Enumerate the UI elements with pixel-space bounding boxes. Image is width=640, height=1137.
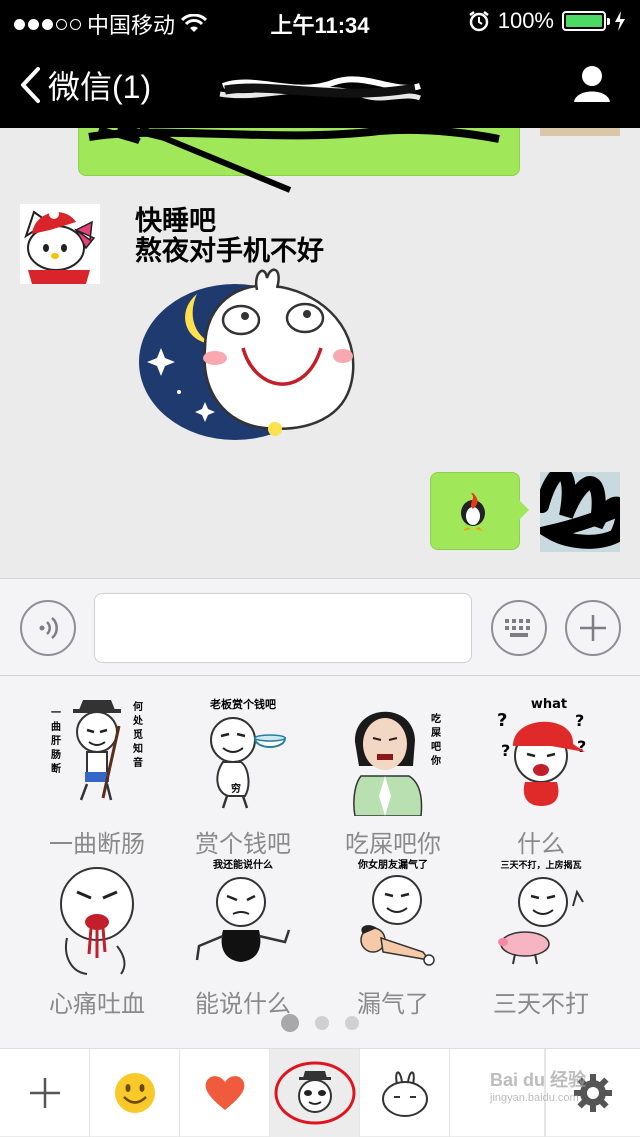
person-icon [574, 66, 610, 102]
svg-text:吧: 吧 [431, 741, 441, 753]
svg-text:断: 断 [51, 762, 61, 775]
page-dot[interactable] [315, 1016, 329, 1030]
svg-text:?: ? [575, 711, 584, 730]
plus-icon [29, 1078, 60, 1108]
alarm-icon [468, 11, 489, 32]
svg-text:你: 你 [430, 754, 441, 767]
page-dot[interactable] [281, 1014, 299, 1032]
tab-emoji[interactable] [90, 1049, 180, 1137]
rabbit-sticker-icon [381, 1071, 428, 1117]
woman-face-sticker: 吃 屎 吧 你 [353, 711, 442, 816]
my-avatar-top[interactable] [540, 128, 620, 136]
back-button[interactable]: 微信(1) [18, 62, 151, 108]
svg-text:何: 何 [133, 700, 143, 713]
tab-add[interactable] [0, 1049, 90, 1137]
svg-text:吃: 吃 [431, 712, 441, 725]
tab-rabbit-stickers[interactable] [360, 1049, 450, 1137]
profile-button[interactable] [572, 64, 612, 109]
sticker-item[interactable]: what ? ? ? ? 什么 [466, 690, 616, 858]
my-avatar[interactable] [540, 472, 620, 552]
battery-percent: 100% [497, 8, 554, 33]
charging-bolt-icon [615, 11, 625, 31]
status-bar: 中国移动 上午11:34 100% [0, 0, 640, 40]
redaction-scribble [540, 472, 620, 549]
svg-text:屎: 屎 [431, 727, 442, 739]
sticker-item[interactable]: 心痛吐血 [22, 850, 172, 1018]
contact-avatar[interactable] [20, 204, 100, 284]
sticker-item[interactable]: 老板赏个钱吧 穷 赏个钱吧 [168, 690, 318, 858]
svg-text:老板赏个钱吧: 老板赏个钱吧 [209, 697, 276, 711]
baidu-watermark: Bai du 经验 jingyan.baidu.com [490, 1070, 587, 1104]
svg-text:音: 音 [133, 756, 143, 769]
penguin-sticker [461, 493, 485, 531]
smiley-icon [114, 1073, 155, 1113]
nav-bar: 微信(1) [0, 40, 640, 128]
sticker-item[interactable]: 一 曲 肝 肠 断 何 处 觅 知 音 一曲断肠 [22, 690, 172, 858]
panda-sticker-icon [274, 1061, 355, 1125]
sticker-panel: 一 曲 肝 肠 断 何 处 觅 知 音 一曲断肠 老板赏个钱吧 穷 赏个钱吧 吃… [0, 676, 640, 1048]
tab-panda-stickers[interactable] [270, 1049, 360, 1137]
svg-text:知: 知 [132, 742, 143, 755]
sticker-item[interactable]: 吃 屎 吧 你 吃屎吧你 [318, 690, 468, 858]
svg-text:一: 一 [51, 708, 61, 719]
svg-text:穷: 穷 [231, 782, 241, 795]
svg-text:我还能说什么: 我还能说什么 [213, 858, 273, 871]
sticker-item[interactable]: 三天不打，上房揭瓦 三天不打 [466, 850, 616, 1018]
page-indicator[interactable] [0, 1014, 640, 1032]
battery-icon [562, 11, 610, 31]
redacted-title-scribble [219, 76, 421, 101]
keyboard-button[interactable] [491, 600, 547, 656]
heart-icon [205, 1076, 244, 1110]
svg-text:三天不打，上房揭瓦: 三天不打，上房揭瓦 [500, 859, 581, 871]
keyboard-icon [505, 619, 530, 637]
hello-kitty-avatar [20, 204, 100, 284]
page-dot[interactable] [345, 1016, 359, 1030]
chat-area: 快睡吧 熬夜对手机不好 [0, 128, 640, 578]
sleep-sticker[interactable] [135, 252, 365, 442]
bubble-tail [519, 500, 529, 520]
svg-text:你女朋友漏气了: 你女朋友漏气了 [357, 858, 428, 871]
pig-panda-sticker: 三天不打，上房揭瓦 [498, 859, 584, 965]
svg-text:?: ? [501, 741, 510, 760]
doll-panda-sticker: 你女朋友漏气了 [357, 858, 435, 966]
sticker-item[interactable]: 你女朋友漏气了 漏气了 [318, 850, 468, 1018]
back-label: 微信(1) [48, 69, 152, 105]
svg-text:曲: 曲 [51, 720, 61, 733]
erhu-panda-sticker: 一 曲 肝 肠 断 何 处 觅 知 音 [51, 700, 144, 801]
svg-text:what: what [531, 697, 567, 712]
sticker-item[interactable]: 我还能说什么 能说什么 [168, 850, 318, 1018]
spit-blood-sticker [60, 867, 134, 975]
outgoing-sticker-bubble[interactable] [430, 472, 520, 550]
svg-text:?: ? [577, 737, 586, 756]
message-input[interactable] [94, 593, 472, 663]
svg-text:?: ? [497, 710, 507, 731]
shrug-panda-sticker: 我还能说什么 [195, 858, 291, 962]
chevron-left-icon [21, 67, 40, 103]
red-cap-panda-sticker: what ? ? ? ? [497, 697, 586, 806]
voice-icon [39, 617, 58, 639]
svg-text:觅: 觅 [133, 728, 143, 741]
svg-text:肝: 肝 [51, 735, 61, 747]
svg-text:处: 处 [132, 714, 144, 727]
tab-favorites[interactable] [180, 1049, 270, 1137]
input-bar [0, 578, 640, 676]
voice-button[interactable] [20, 600, 76, 656]
beggar-bowl-sticker: 老板赏个钱吧 穷 [209, 697, 287, 809]
svg-text:肠: 肠 [51, 749, 61, 761]
plus-icon [580, 615, 606, 641]
more-button[interactable] [565, 600, 621, 656]
redaction-scribble-line [138, 128, 292, 193]
